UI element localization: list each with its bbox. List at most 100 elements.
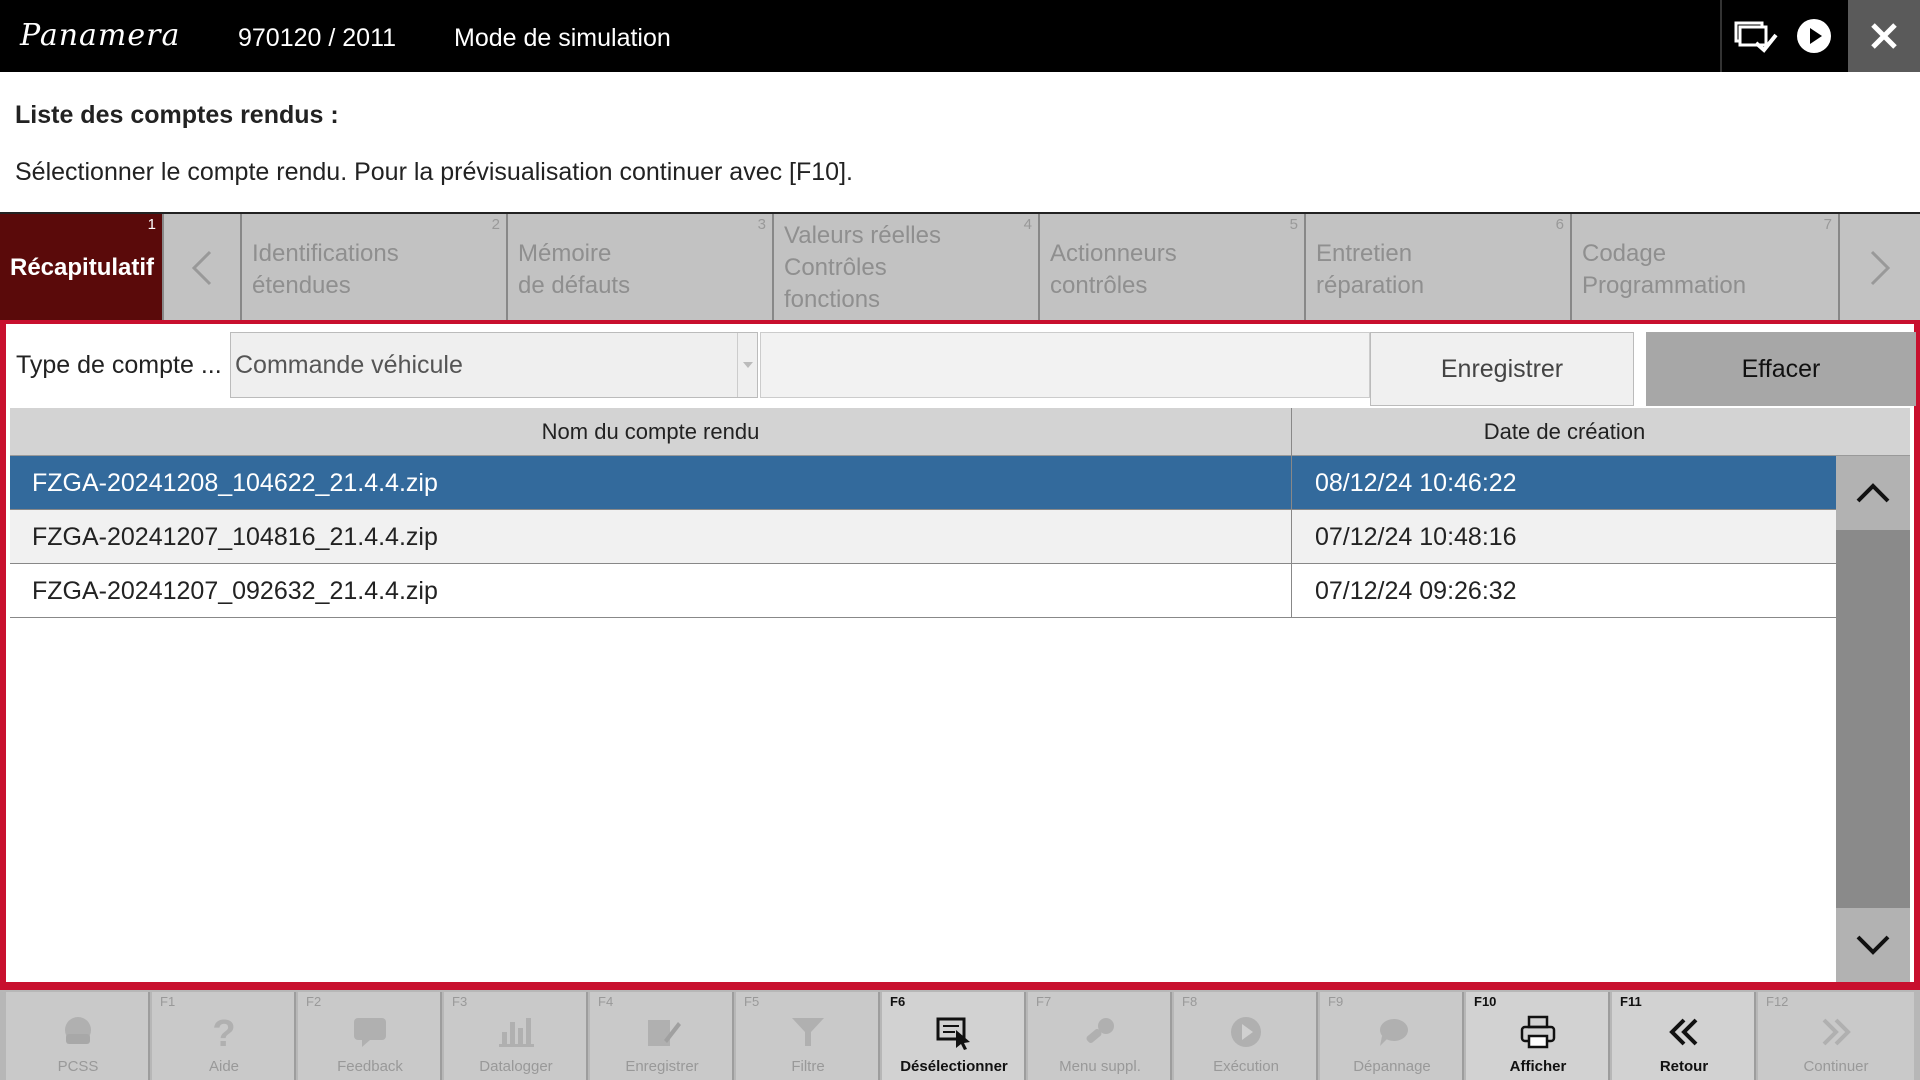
- fkey-label: Retour: [1659, 1058, 1709, 1075]
- save-button[interactable]: Enregistrer: [1370, 332, 1634, 406]
- fkey-extra-menu[interactable]: F7 Menu suppl.: [1028, 992, 1172, 1080]
- fkey-show[interactable]: F10 Afficher: [1466, 992, 1610, 1080]
- report-type-label: Type de compte ...: [16, 351, 222, 379]
- tab-label: Identifications étendues: [252, 240, 399, 299]
- fkey-pcss[interactable]: PCSS: [6, 992, 150, 1080]
- report-date-cell: 07/12/24 09:26:32: [1315, 576, 1517, 605]
- tab-actuators[interactable]: 5 Actionneurs contrôles: [1040, 214, 1306, 322]
- tab-bar: 1 Récapitulatif 2 Identifications étendu…: [0, 212, 1920, 322]
- tab-maintenance[interactable]: 6 Entretien réparation: [1306, 214, 1572, 322]
- fkey-number: F10: [1474, 994, 1497, 1009]
- fkey-number: F7: [1036, 994, 1052, 1009]
- report-name-cell: FZGA-20241207_104816_21.4.4.zip: [10, 510, 1292, 564]
- report-date-cell: 07/12/24 10:48:16: [1315, 522, 1517, 551]
- fkey-filter[interactable]: F5 Filtre: [736, 992, 880, 1080]
- fkey-number: F11: [1620, 994, 1642, 1009]
- fkey-number: F3: [452, 994, 468, 1009]
- fkey-execute[interactable]: F8 Exécution: [1174, 992, 1318, 1080]
- fkey-save[interactable]: F4 Enregistrer: [590, 992, 734, 1080]
- tab-scroll-right-button[interactable]: [1840, 214, 1920, 322]
- fkey-label: Datalogger: [479, 1058, 553, 1075]
- tab-recapitulatif[interactable]: 1 Récapitulatif: [0, 214, 164, 322]
- scroll-down-button[interactable]: [1836, 908, 1910, 982]
- tab-label: Actionneurs contrôles: [1050, 240, 1177, 299]
- table-header: Nom du compte rendu Date de création: [10, 408, 1836, 456]
- fkey-label: Continuer: [1803, 1058, 1869, 1075]
- fkey-number: F1: [160, 994, 176, 1009]
- tab-number: 4: [1023, 216, 1032, 233]
- fkey-label: Désélectionner: [900, 1058, 1008, 1075]
- table-row[interactable]: FZGA-20241207_092632_21.4.4.zip 07/12/24…: [10, 564, 1836, 618]
- column-header-date[interactable]: Date de création: [1293, 408, 1836, 456]
- fkey-number: F8: [1182, 994, 1198, 1009]
- fkey-label: Exécution: [1213, 1058, 1279, 1075]
- scrollbar-header: [1836, 408, 1910, 456]
- fkey-number: F12: [1766, 994, 1789, 1009]
- tab-number: 3: [757, 216, 766, 233]
- chevron-right-icon: [1870, 250, 1891, 286]
- fkey-label: PCSS: [57, 1058, 99, 1075]
- fkey-label: Filtre: [791, 1058, 825, 1075]
- report-name-cell: FZGA-20241207_092632_21.4.4.zip: [10, 564, 1292, 618]
- table-row[interactable]: FZGA-20241207_104816_21.4.4.zip 07/12/24…: [10, 510, 1836, 564]
- report-name-cell: FZGA-20241208_104622_21.4.4.zip: [10, 456, 1292, 510]
- chevron-up-icon: [1856, 483, 1890, 503]
- play-icon[interactable]: [1780, 0, 1848, 72]
- fkey-number: F4: [598, 994, 614, 1009]
- table-row[interactable]: FZGA-20241208_104622_21.4.4.zip 08/12/24…: [10, 456, 1836, 510]
- tab-coding[interactable]: 7 Codage Programmation: [1572, 214, 1840, 322]
- fkey-feedback[interactable]: F2 Feedback: [298, 992, 442, 1080]
- tab-number: 5: [1289, 216, 1298, 233]
- report-name-input[interactable]: [760, 332, 1370, 398]
- feedback-icon: [298, 1010, 442, 1054]
- vehicle-id: 970120 / 2011: [238, 24, 397, 52]
- report-panel: Type de compte ... Commande véhicule Enr…: [0, 320, 1920, 988]
- tab-number: 2: [491, 216, 500, 233]
- save-icon: [590, 1010, 734, 1054]
- fkey-number: F2: [306, 994, 322, 1009]
- tab-actual-values[interactable]: 4 Valeurs réelles Contrôles fonctions: [774, 214, 1040, 322]
- extra-menu-icon: [1028, 1010, 1172, 1054]
- fkey-label: Afficher: [1509, 1058, 1567, 1075]
- fkey-datalogger[interactable]: F3 Datalogger: [444, 992, 588, 1080]
- tab-label: Récapitulatif: [10, 254, 155, 281]
- tab-label: Mémoire de défauts: [518, 240, 631, 299]
- close-icon[interactable]: [1848, 0, 1920, 72]
- column-header-name[interactable]: Nom du compte rendu: [10, 408, 1292, 456]
- tab-number: 6: [1555, 216, 1564, 233]
- fkey-help[interactable]: F1 ? Aide: [152, 992, 296, 1080]
- deselect-icon: [882, 1010, 1026, 1054]
- continue-icon: [1758, 1010, 1914, 1054]
- chevron-left-icon: [191, 250, 212, 286]
- filter-icon: [736, 1010, 880, 1054]
- dropdown-arrow-icon[interactable]: [737, 333, 757, 397]
- fkey-label: Feedback: [337, 1058, 403, 1075]
- mode-label: Mode de simulation: [454, 24, 671, 52]
- report-type-select[interactable]: Commande véhicule: [230, 332, 758, 398]
- function-key-bar: PCSS F1 ? Aide F2 Feedback F3 Datalogger…: [0, 988, 1920, 1080]
- tab-fault-memory[interactable]: 3 Mémoire de défauts: [508, 214, 774, 322]
- scroll-up-button[interactable]: [1836, 456, 1910, 530]
- fkey-number: F5: [744, 994, 760, 1009]
- tab-label: Entretien réparation: [1316, 240, 1425, 299]
- print-icon: [1466, 1010, 1610, 1054]
- back-icon: [1612, 1010, 1756, 1054]
- fkey-number: F6: [890, 994, 906, 1009]
- clear-button[interactable]: Effacer: [1646, 332, 1916, 406]
- tab-identifications[interactable]: 2 Identifications étendues: [242, 214, 508, 322]
- report-date-cell: 08/12/24 10:46:22: [1315, 468, 1517, 497]
- fkey-label: Enregistrer: [625, 1058, 699, 1075]
- help-icon: ?: [152, 1010, 296, 1054]
- tab-scroll-left-button[interactable]: [164, 214, 242, 322]
- table-scrollbar[interactable]: [1836, 456, 1910, 982]
- fkey-troubleshoot[interactable]: F9 Dépannage: [1320, 992, 1464, 1080]
- fkey-continue[interactable]: F12 Continuer: [1758, 992, 1914, 1080]
- troubleshoot-icon: [1320, 1010, 1464, 1054]
- fkey-back[interactable]: F11 Retour: [1612, 992, 1756, 1080]
- title-bar: Panamera 970120 / 2011 Mode de simulatio…: [0, 0, 1920, 72]
- tab-number: 1: [147, 216, 156, 233]
- fkey-deselect[interactable]: F6 Désélectionner: [882, 992, 1026, 1080]
- brand-logo: Panamera: [20, 18, 181, 53]
- chevron-down-icon: [1856, 935, 1890, 955]
- execute-icon: [1174, 1010, 1318, 1054]
